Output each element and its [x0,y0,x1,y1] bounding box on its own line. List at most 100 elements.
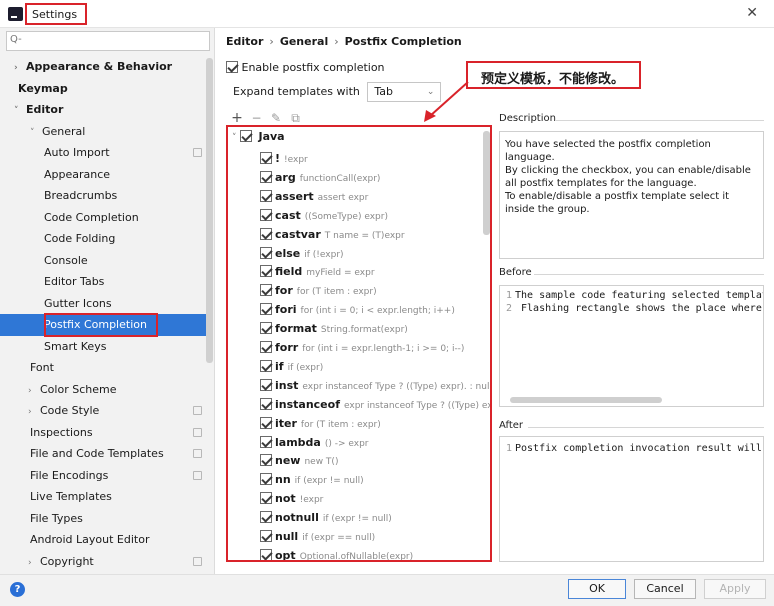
sidebar-item-keymap[interactable]: Keymap [18,78,68,99]
postfix-template-list[interactable]: ˅ Java ! !expr arg functionCall(expr) assert… [226,125,492,562]
sidebar-item-live-templates[interactable]: Live Templates [30,486,112,507]
template-checkbox[interactable] [260,378,272,391]
sidebar-item-file-encodings[interactable]: File Encodings [30,465,108,486]
chevron-right-icon[interactable]: › [28,402,40,423]
template-group-java[interactable]: ˅ Java [232,127,285,147]
copy-template-button[interactable]: ⧉ [288,111,304,126]
template-checkbox[interactable] [260,530,272,542]
chevron-right-icon[interactable]: › [28,553,40,574]
template-row-if[interactable]: if if (expr) [260,357,323,377]
template-row-assert[interactable]: assert assert expr [260,187,368,207]
template-row-for[interactable]: for for (T item : expr) [260,281,377,301]
sidebar-item-copyright[interactable]: › Copyright [28,551,94,572]
breadcrumb-separator: › [269,35,274,48]
template-row-castvar[interactable]: castvar T name = (T)expr [260,225,405,245]
sidebar-item-font[interactable]: Font [30,357,54,378]
template-checkbox[interactable] [260,208,272,221]
template-row-instanceof[interactable]: instanceof expr instanceof Type ? ((Type)… [260,395,490,415]
template-checkbox[interactable] [260,265,272,278]
before-horizontal-scrollbar[interactable] [510,397,662,403]
description-line: To enable/disable a postfix template sel… [505,191,730,202]
template-row-opt[interactable]: opt Optional.ofNullable(expr) [260,546,413,560]
sidebar-item-code-folding[interactable]: Code Folding [44,228,115,249]
sidebar-item-editor[interactable]: ˅ Editor [14,99,63,120]
window-title: Settings [25,3,88,25]
template-checkbox[interactable] [260,189,272,202]
template-row-iter[interactable]: iter for (T item : expr) [260,414,381,434]
sidebar-item-appearance[interactable]: Appearance [44,164,110,185]
template-checkbox[interactable] [260,492,272,505]
sidebar-item-smart-keys[interactable]: Smart Keys [44,336,106,357]
template-row-fori[interactable]: fori for (int i = 0; i < expr.length; i++… [260,300,455,320]
sidebar-item-gutter-icons[interactable]: Gutter Icons [44,293,112,314]
template-row-cast[interactable]: cast ((SomeType) expr) [260,206,388,226]
chevron-down-icon[interactable]: ˅ [30,123,42,144]
template-row-not-expr[interactable]: ! !expr [260,149,308,169]
template-checkbox[interactable] [260,548,272,560]
ok-button[interactable]: OK [568,579,626,599]
search-icon: Q- [10,34,22,45]
breadcrumb-editor[interactable]: Editor [226,35,263,48]
template-row-not[interactable]: not !expr [260,489,323,509]
remove-template-button[interactable]: − [249,111,265,125]
help-icon[interactable]: ? [10,582,25,597]
template-row-new[interactable]: new new T() [260,451,338,471]
edit-template-button[interactable]: ✎ [268,111,284,125]
sidebar-item-general[interactable]: ˅ General [30,121,85,142]
template-row-nn[interactable]: nn if (expr != null) [260,470,364,490]
sidebar-item-file-types[interactable]: File Types [30,508,83,529]
template-checkbox[interactable] [260,284,272,297]
template-checkbox[interactable] [260,435,272,448]
template-row-inst[interactable]: inst expr instanceof Type ? ((Type) expr)… [260,376,490,396]
template-row-forr[interactable]: forr for (int i = expr.length-1; i >= 0; … [260,338,464,358]
sidebar-item-color-scheme[interactable]: › Color Scheme [28,379,116,400]
template-group-checkbox[interactable] [240,130,252,142]
close-icon[interactable]: ✕ [746,5,758,21]
sidebar-item-auto-import[interactable]: Auto Import [44,142,110,163]
template-row-else[interactable]: else if (!expr) [260,244,344,264]
template-checkbox[interactable] [260,227,272,240]
sidebar-item-android-layout-editor[interactable]: Android Layout Editor [30,529,149,550]
template-checkbox[interactable] [260,359,272,372]
breadcrumb-separator: › [334,35,339,48]
template-row-lambda[interactable]: lambda() -> expr [260,433,368,453]
template-checkbox[interactable] [260,246,272,259]
template-checkbox[interactable] [260,511,272,524]
template-checkbox[interactable] [260,322,272,335]
add-template-button[interactable]: + [229,110,245,126]
template-checkbox[interactable] [260,170,272,183]
template-checkbox[interactable] [260,152,272,164]
template-list-scrollbar[interactable] [483,131,490,235]
sidebar-item-inspections[interactable]: Inspections [30,422,93,443]
sidebar-item-editor-tabs[interactable]: Editor Tabs [44,271,104,292]
sidebar-item-code-completion[interactable]: Code Completion [44,207,139,228]
apply-button[interactable]: Apply [704,579,766,599]
enable-postfix-label: Enable postfix completion [241,61,385,74]
sidebar-item-code-style[interactable]: › Code Style [28,400,99,421]
template-row-arg[interactable]: arg functionCall(expr) [260,168,380,188]
chevron-down-icon[interactable]: ˅ [232,133,237,143]
template-checkbox[interactable] [260,397,272,410]
search-input[interactable]: Q- [6,31,210,51]
sidebar-item-appearance-behavior[interactable]: › Appearance & Behavior [14,56,172,77]
chevron-right-icon[interactable]: › [28,381,40,402]
template-checkbox[interactable] [260,341,272,353]
template-row-field[interactable]: field myField = expr [260,262,375,282]
template-row-notnull[interactable]: notnull if (expr != null) [260,508,392,528]
enable-postfix-row[interactable]: Enable postfix completion [226,61,385,74]
template-checkbox[interactable] [260,473,272,486]
chevron-right-icon[interactable]: › [14,58,26,79]
cancel-button[interactable]: Cancel [634,579,696,599]
sidebar-item-console[interactable]: Console [44,250,88,271]
template-checkbox[interactable] [260,416,272,429]
enable-postfix-checkbox[interactable] [226,61,238,73]
template-checkbox[interactable] [260,454,272,467]
sidebar-item-file-and-code-templates[interactable]: File and Code Templates [30,443,164,464]
template-row-null[interactable]: null if (expr == null) [260,527,375,547]
chevron-down-icon[interactable]: ˅ [14,101,26,122]
breadcrumb-general[interactable]: General [280,35,328,48]
sidebar-item-breadcrumbs[interactable]: Breadcrumbs [44,185,117,206]
sidebar-scrollbar[interactable] [206,58,213,363]
template-row-format[interactable]: format String.format(expr) [260,319,408,339]
template-checkbox[interactable] [260,303,272,316]
